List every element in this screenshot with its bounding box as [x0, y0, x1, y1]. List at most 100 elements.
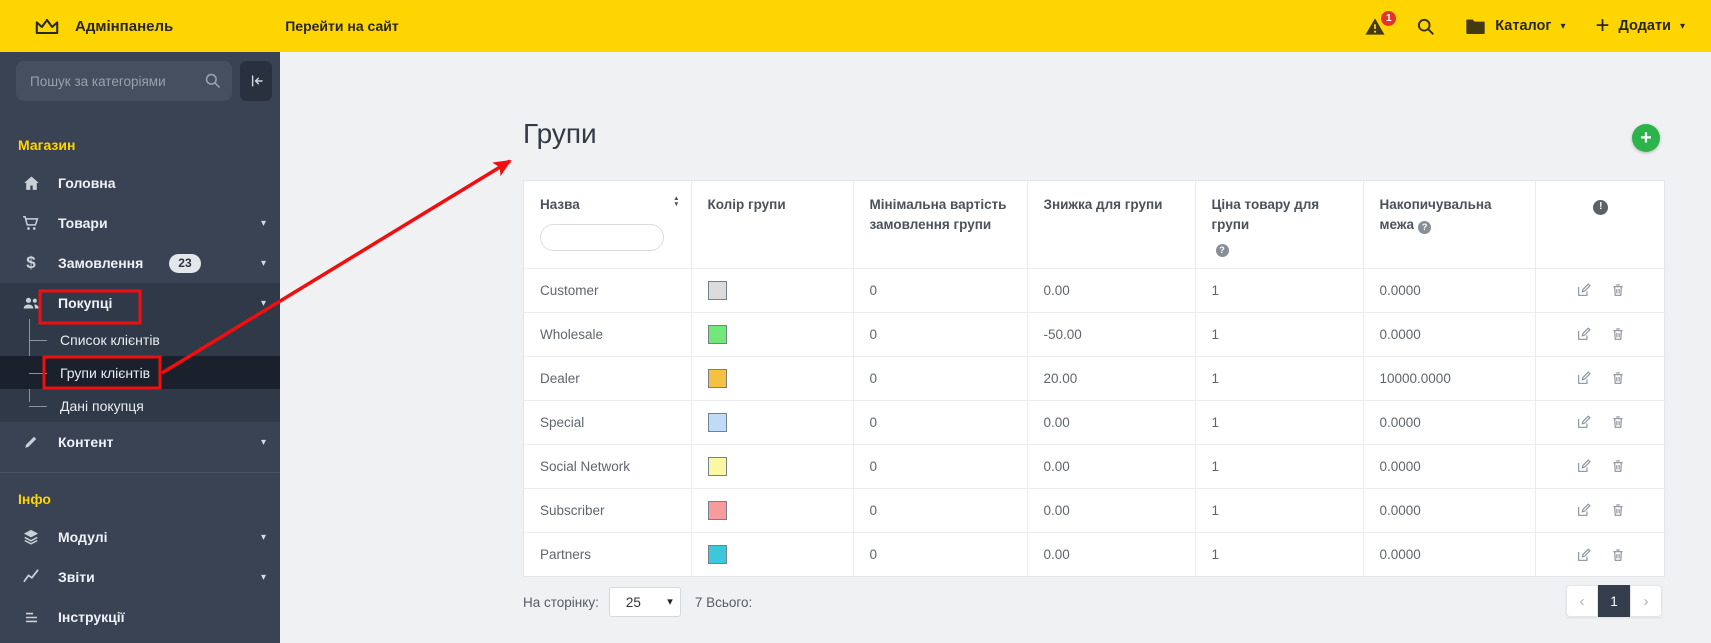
notification-badge: 1: [1381, 10, 1397, 26]
sort-icon: ▲ ▼: [673, 195, 680, 208]
chevron-down-icon: ▾: [260, 531, 266, 543]
crown-icon: [34, 16, 60, 37]
table-row: Subscriber 0 0.00 1 0.0000: [524, 487, 1666, 533]
group-color-swatch: [707, 324, 727, 344]
group-color-swatch: [707, 544, 727, 564]
table-row: Wholesale 0 -50.00 1 0.0000: [524, 311, 1666, 357]
sidebar-item-instructions[interactable]: Інструкції: [0, 597, 280, 637]
edit-button[interactable]: [1576, 282, 1592, 298]
section-label-store: Магазин: [18, 137, 76, 153]
sidebar-item-products[interactable]: Товари ▾: [0, 203, 280, 243]
chevron-down-icon: ▾: [1679, 20, 1685, 32]
notifications-button[interactable]: 1: [1364, 10, 1397, 36]
help-icon[interactable]: ?: [1418, 220, 1432, 234]
list-icon: [20, 608, 42, 627]
cart-icon: [20, 213, 42, 233]
delete-button[interactable]: [1610, 458, 1626, 474]
group-color-swatch: [707, 500, 727, 520]
sidebar-item-home[interactable]: Головна: [0, 163, 280, 203]
table-row: Customer 0 0.00 1 0.0000: [524, 267, 1666, 313]
page-title: Групи: [523, 118, 597, 149]
info-icon: !: [1593, 199, 1609, 215]
section-label-info: Інфо: [18, 491, 51, 507]
chevron-down-icon: ▾: [260, 571, 266, 583]
pencil-icon: [20, 433, 42, 451]
sidebar-item-modules[interactable]: Модулі ▾: [0, 517, 280, 557]
group-name: Dealer: [524, 355, 691, 401]
sidebar-divider: [0, 472, 280, 473]
sidebar: Магазин Головна Товари ▾ $ Замовлення 23…: [0, 52, 280, 643]
column-header-actions: !: [1534, 181, 1666, 269]
group-color-swatch: [707, 412, 727, 432]
collapse-icon: [247, 72, 265, 90]
sidebar-collapse-button[interactable]: [240, 61, 272, 101]
table-row: Social Network 0 0.00 1 0.0000: [524, 443, 1666, 489]
sidebar-subitem-customer-data[interactable]: Дані покупця: [0, 389, 280, 422]
category-search-input[interactable]: [16, 61, 232, 101]
add-group-button[interactable]: +: [1632, 124, 1660, 152]
sidebar-item-customers[interactable]: Покупці ▾: [0, 283, 280, 323]
customers-submenu: Список клієнтів Групи клієнтів Дані поку…: [0, 319, 280, 422]
column-header-limit: Накопичувальна межа?: [1362, 181, 1535, 269]
chevron-up-icon: ▾: [260, 297, 266, 309]
table-row: Dealer 0 20.00 1 10000.0000: [524, 355, 1666, 401]
chevron-down-icon: ▾: [260, 436, 266, 448]
edit-button[interactable]: [1576, 502, 1592, 518]
go-to-site-link[interactable]: Перейти на сайт: [285, 18, 398, 34]
help-icon[interactable]: ?: [1215, 244, 1229, 258]
group-color-swatch: [707, 280, 727, 300]
sidebar-subitem-customer-groups[interactable]: Групи клієнтів: [0, 356, 280, 389]
edit-button[interactable]: [1576, 326, 1592, 342]
dollar-icon: $: [26, 253, 36, 272]
group-name: Special: [524, 399, 691, 445]
table-row: Partners 0 0.00 1 0.0000: [524, 531, 1666, 577]
search-button[interactable]: [1416, 17, 1435, 36]
layers-icon: [20, 527, 42, 547]
column-header-min-order: Мінімальна вартість замовлення групи: [852, 181, 1027, 269]
column-header-discount: Знижка для групи: [1026, 181, 1195, 269]
name-filter-input[interactable]: [540, 223, 664, 251]
pagination: ‹ 1 ›: [1566, 585, 1662, 617]
edit-button[interactable]: [1576, 458, 1592, 474]
page-next-button[interactable]: ›: [1630, 585, 1662, 617]
column-header-color: Колір групи: [690, 181, 853, 269]
edit-button[interactable]: [1576, 547, 1592, 563]
edit-button[interactable]: [1576, 370, 1592, 386]
orders-count-badge: 23: [169, 253, 201, 273]
add-menu[interactable]: + Додати ▾: [1595, 12, 1685, 39]
delete-button[interactable]: [1610, 370, 1626, 386]
line-chart-icon: [20, 567, 42, 587]
chevron-down-icon: ▾: [1560, 20, 1566, 32]
delete-button[interactable]: [1610, 282, 1626, 298]
sidebar-item-reports[interactable]: Звіти ▾: [0, 557, 280, 597]
main-content: Групи + Назва ▲ ▼ Колір групи Мінімальна …: [280, 52, 1711, 643]
sidebar-item-content[interactable]: Контент ▾: [0, 422, 280, 462]
group-color-swatch: [707, 456, 727, 476]
sidebar-item-orders[interactable]: $ Замовлення 23 ▾: [0, 243, 280, 283]
group-name: Social Network: [524, 443, 691, 489]
chevron-down-icon: ▾: [260, 257, 266, 269]
group-name: Wholesale: [524, 311, 691, 357]
sidebar-subitem-customer-list[interactable]: Список клієнтів: [0, 323, 280, 356]
page-current[interactable]: 1: [1598, 585, 1630, 617]
delete-button[interactable]: [1610, 414, 1626, 430]
delete-button[interactable]: [1610, 547, 1626, 563]
per-page-label: На сторінку:: [523, 594, 599, 610]
brand-title: Адмінпанель: [75, 17, 174, 35]
catalog-menu[interactable]: Каталог ▾: [1465, 18, 1565, 35]
brand: Адмінпанель: [34, 16, 173, 37]
chevron-down-icon: ▾: [260, 217, 266, 229]
plus-icon: +: [1595, 12, 1610, 39]
column-header-name[interactable]: Назва ▲ ▼: [524, 181, 691, 268]
page-prev-button[interactable]: ‹: [1566, 585, 1598, 617]
delete-button[interactable]: [1610, 502, 1626, 518]
group-color-swatch: [707, 368, 727, 388]
add-label: Додати: [1618, 18, 1671, 34]
group-name: Subscriber: [524, 487, 691, 533]
per-page-select[interactable]: 25: [608, 587, 681, 617]
groups-table: Назва ▲ ▼ Колір групи Мінімальна вартість…: [523, 180, 1666, 578]
folder-icon: [1465, 18, 1486, 35]
edit-button[interactable]: [1576, 414, 1592, 430]
delete-button[interactable]: [1610, 326, 1626, 342]
home-icon: [20, 174, 42, 193]
